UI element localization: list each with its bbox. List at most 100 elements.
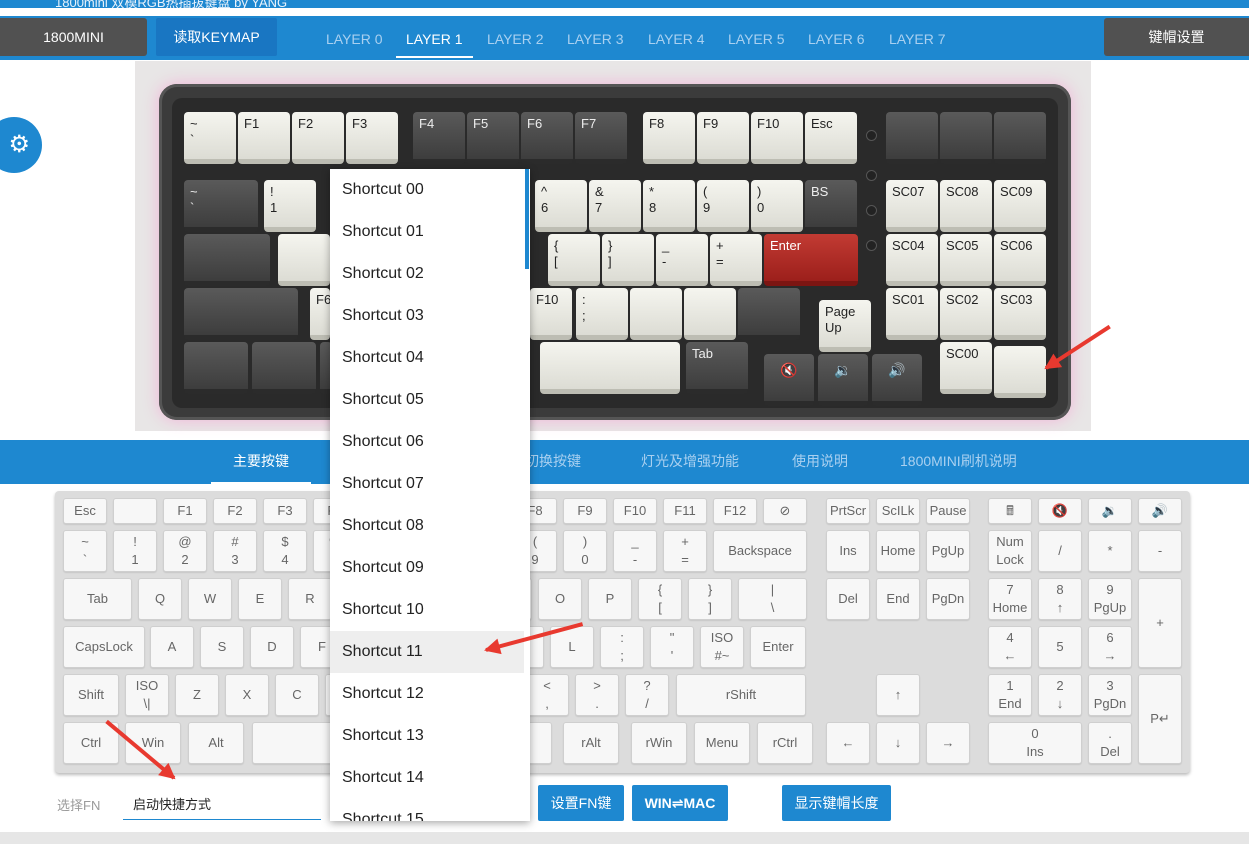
virtual-key[interactable]: < ,	[525, 674, 569, 716]
physical-key[interactable]	[940, 112, 992, 164]
physical-key[interactable]	[278, 234, 330, 286]
physical-key[interactable]	[684, 288, 736, 340]
physical-key[interactable]: : ;	[576, 288, 628, 340]
virtual-key[interactable]: > .	[575, 674, 619, 716]
virtual-key[interactable]: Z	[175, 674, 219, 716]
set-fn-button[interactable]: 设置FN键	[538, 785, 624, 821]
physical-key[interactable]: F1	[238, 112, 290, 164]
physical-key[interactable]: ( 9	[697, 180, 749, 232]
physical-key[interactable]: { [	[548, 234, 600, 286]
virtual-key[interactable]: ? /	[625, 674, 669, 716]
tab-layer-7[interactable]: LAYER 7	[879, 24, 956, 58]
virtual-key[interactable]: P	[588, 578, 632, 620]
virtual-key[interactable]: 7 Home	[988, 578, 1032, 620]
virtual-key[interactable]: D	[250, 626, 294, 668]
virtual-key[interactable]: 5	[1038, 626, 1082, 668]
physical-key[interactable]: SC07	[886, 180, 938, 232]
physical-key[interactable]: ~ `	[184, 180, 258, 232]
virtual-key[interactable]: + =	[663, 530, 707, 572]
physical-key[interactable]: ! 1	[264, 180, 316, 232]
physical-key[interactable]: Page Up	[819, 300, 871, 352]
dropdown-option[interactable]: Shortcut 12	[330, 673, 524, 715]
physical-key[interactable]: SC08	[940, 180, 992, 232]
virtual-key[interactable]: 9 PgUp	[1088, 578, 1132, 620]
device-button[interactable]: 1800MINI	[0, 18, 147, 56]
virtual-key[interactable]: Backspace	[713, 530, 807, 572]
physical-key[interactable]: BS	[805, 180, 857, 232]
physical-key[interactable]: F5	[467, 112, 519, 164]
tab-layer-2[interactable]: LAYER 2	[477, 24, 554, 58]
disable-icon[interactable]: ⊘	[763, 498, 807, 524]
tab-main-keys[interactable]: 主要按键	[211, 440, 311, 484]
virtual-key[interactable]: 8 ↑	[1038, 578, 1082, 620]
physical-key[interactable]: SC05	[940, 234, 992, 286]
virtual-key[interactable]: rAlt	[563, 722, 619, 764]
virtual-key[interactable]: F1	[163, 498, 207, 524]
virtual-key[interactable]: 1 End	[988, 674, 1032, 716]
win-mac-toggle-button[interactable]: WIN⇌MAC	[632, 785, 728, 821]
virtual-key[interactable]: Menu	[694, 722, 750, 764]
virtual-key[interactable]: CapsLock	[63, 626, 145, 668]
physical-key[interactable]: ) 0	[751, 180, 803, 232]
dropdown-option[interactable]: Shortcut 10	[330, 589, 524, 631]
virtual-key[interactable]: End	[876, 578, 920, 620]
physical-key[interactable]	[630, 288, 682, 340]
virtual-key[interactable]: ! 1	[113, 530, 157, 572]
virtual-key[interactable]: PgUp	[926, 530, 970, 572]
physical-key[interactable]: F4	[413, 112, 465, 164]
tab-layer-6[interactable]: LAYER 6	[798, 24, 875, 58]
physical-key[interactable]: SC03	[994, 288, 1046, 340]
virtual-key[interactable]: : ;	[600, 626, 644, 668]
virtual-key[interactable]: R	[288, 578, 332, 620]
physical-key[interactable]	[184, 234, 270, 286]
gear-icon[interactable]: ⚙	[0, 117, 42, 173]
virtual-key[interactable]: F9	[563, 498, 607, 524]
virtual-key[interactable]: # 3	[213, 530, 257, 572]
virtual-key[interactable]: ↓	[876, 722, 920, 764]
virtual-key[interactable]: E	[238, 578, 282, 620]
virtual-key[interactable]: 4 ←	[988, 626, 1032, 668]
physical-key[interactable]: SC06	[994, 234, 1046, 286]
tab-usage[interactable]: 使用说明	[792, 440, 848, 484]
physical-key[interactable]: F8	[643, 112, 695, 164]
physical-key[interactable]	[994, 346, 1046, 398]
virtual-key[interactable]: Num Lock	[988, 530, 1032, 572]
mute-icon[interactable]: 🔇	[1038, 498, 1082, 524]
dropdown-option[interactable]: Shortcut 04	[330, 337, 524, 379]
physical-key[interactable]: SC01	[886, 288, 938, 340]
virtual-key[interactable]: Del	[826, 578, 870, 620]
virtual-key[interactable]: /	[1038, 530, 1082, 572]
virtual-key[interactable]: . Del	[1088, 722, 1132, 764]
dropdown-option[interactable]: Shortcut 05	[330, 379, 524, 421]
physical-key[interactable]: ^ 6	[535, 180, 587, 232]
virtual-key[interactable]: _ -	[613, 530, 657, 572]
virtual-key[interactable]: Ctrl	[63, 722, 119, 764]
virtual-key[interactable]	[113, 498, 157, 524]
physical-key[interactable]: SC09	[994, 180, 1046, 232]
virtual-key[interactable]: Shift	[63, 674, 119, 716]
physical-key[interactable]: Esc	[805, 112, 857, 164]
physical-key[interactable]	[184, 288, 298, 340]
physical-key[interactable]: Tab	[686, 342, 748, 394]
virtual-key[interactable]: rCtrl	[757, 722, 813, 764]
volume-down-icon[interactable]: 🔉	[818, 354, 868, 406]
physical-key[interactable]: F3	[346, 112, 398, 164]
virtual-key[interactable]: F3	[263, 498, 307, 524]
virtual-key[interactable]: } ]	[688, 578, 732, 620]
calculator-icon[interactable]: 🖩	[988, 498, 1032, 524]
virtual-key[interactable]: 0 Ins	[988, 722, 1082, 764]
physical-key[interactable]: SC04	[886, 234, 938, 286]
dropdown-option[interactable]: Shortcut 00	[330, 169, 524, 211]
tab-layer-5[interactable]: LAYER 5	[718, 24, 795, 58]
dropdown-option[interactable]: Shortcut 06	[330, 421, 524, 463]
show-keycap-length-button[interactable]: 显示键帽长度	[782, 785, 891, 821]
dropdown-option[interactable]: Shortcut 14	[330, 757, 524, 799]
virtual-key[interactable]: $ 4	[263, 530, 307, 572]
read-keymap-button[interactable]: 读取KEYMAP	[156, 18, 277, 56]
virtual-key[interactable]: Alt	[188, 722, 244, 764]
volume-down-icon[interactable]: 🔉	[1088, 498, 1132, 524]
virtual-key[interactable]: | \	[738, 578, 807, 620]
fn-select-input[interactable]	[123, 788, 321, 820]
virtual-key[interactable]: Q	[138, 578, 182, 620]
physical-key[interactable]: & 7	[589, 180, 641, 232]
